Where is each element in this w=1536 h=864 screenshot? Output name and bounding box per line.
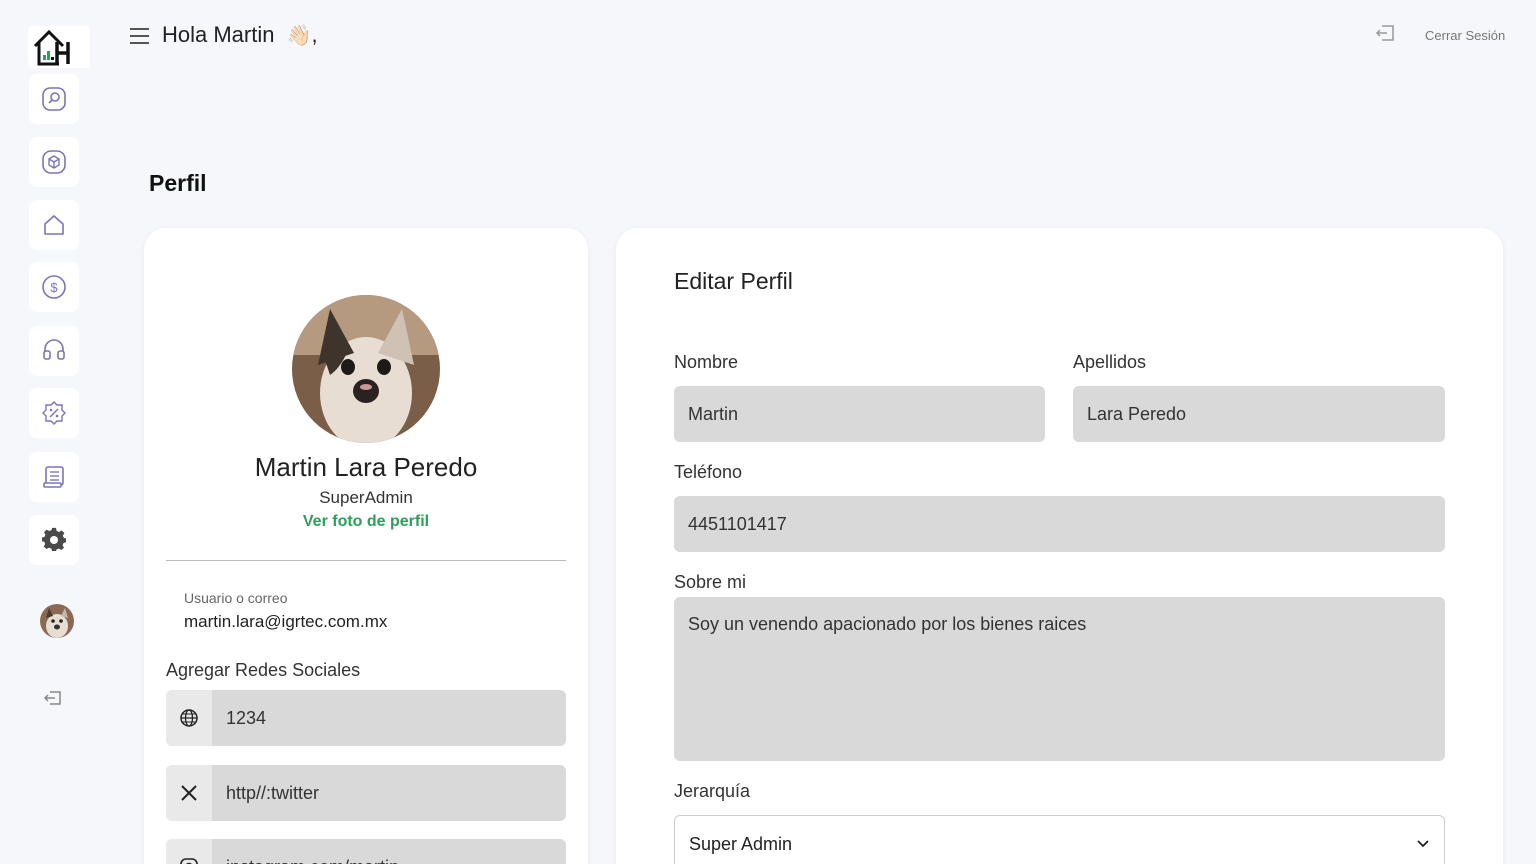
apellidos-label: Apellidos <box>1073 352 1147 372</box>
house-logo-icon <box>33 29 70 66</box>
nav-documents[interactable] <box>29 452 79 502</box>
profile-role: SuperAdmin <box>319 488 413 507</box>
nav-promotions[interactable] <box>29 388 79 438</box>
social-website-field <box>166 690 566 746</box>
instagram-icon <box>166 839 212 864</box>
nombre-label: Nombre <box>674 352 739 372</box>
jerarquia-label: Jerarquía <box>674 781 751 801</box>
jerarquia-selected-value: Super Admin <box>689 833 793 854</box>
profile-avatar[interactable] <box>292 295 440 443</box>
nombre-field[interactable] <box>674 386 1045 442</box>
sidebar-logout[interactable] <box>40 686 66 710</box>
menu-toggle-button[interactable] <box>128 24 152 48</box>
dollar-icon: $ <box>42 275 66 299</box>
logout-icon <box>43 691 61 705</box>
user-email-value: martin.lara@igrtec.com.mx <box>184 612 388 631</box>
nav-products[interactable] <box>29 137 79 187</box>
sidebar-avatar[interactable] <box>40 604 74 638</box>
nav-home[interactable] <box>29 200 79 250</box>
divider <box>166 560 566 561</box>
apellidos-field[interactable] <box>1073 386 1445 442</box>
globe-icon <box>166 690 212 746</box>
sobre-mi-field[interactable]: Soy un venendo apacionado por los bienes… <box>674 597 1445 761</box>
jerarquia-select[interactable]: Super Admin <box>674 815 1445 864</box>
social-instagram-field <box>166 839 566 864</box>
chevron-down-icon <box>1417 840 1429 848</box>
search-icon <box>42 87 66 111</box>
profile-card: Martin Lara Peredo SuperAdmin Ver foto d… <box>144 228 588 864</box>
sidebar: $ <box>0 0 110 864</box>
telefono-label: Teléfono <box>674 462 743 482</box>
logout-icon <box>1375 25 1394 41</box>
nav-finance[interactable]: $ <box>29 262 79 312</box>
header-logout-icon-button[interactable] <box>1374 24 1398 48</box>
box-icon <box>42 150 66 174</box>
greeting-text: Hola Martin <box>162 22 275 47</box>
brand-logo[interactable] <box>28 26 90 68</box>
profile-name: Martin Lara Peredo <box>254 452 478 482</box>
gear-icon <box>42 527 66 551</box>
nav-support[interactable] <box>29 326 79 376</box>
home-icon <box>44 215 64 235</box>
cat-avatar-image <box>40 604 74 638</box>
badge-percent-icon <box>42 401 66 425</box>
greeting: Hola Martin 👋🏻, <box>162 22 318 48</box>
hamburger-icon <box>130 28 149 44</box>
cat-avatar-image <box>292 295 440 443</box>
waving-hand-icon: 👋🏻 <box>286 25 312 47</box>
social-twitter-field <box>166 765 566 821</box>
svg-text:$: $ <box>50 280 58 295</box>
edit-profile-title: Editar Perfil <box>674 268 793 294</box>
sobre-mi-label: Sobre mi <box>674 572 747 592</box>
greeting-suffix: , <box>311 22 318 47</box>
telefono-field[interactable] <box>674 496 1445 552</box>
page-title: Perfil <box>149 170 207 196</box>
x-twitter-icon <box>166 765 212 821</box>
logout-link[interactable]: Cerrar Sesión <box>1425 28 1505 43</box>
nav-search[interactable] <box>29 74 79 124</box>
document-icon <box>43 466 64 488</box>
social-networks-title: Agregar Redes Sociales <box>166 660 361 680</box>
social-instagram-input[interactable] <box>212 839 566 864</box>
nav-settings[interactable] <box>29 515 79 565</box>
headset-icon <box>43 339 65 360</box>
social-website-input[interactable] <box>212 690 566 746</box>
user-email-label: Usuario o correo <box>184 590 288 606</box>
view-profile-photo-link[interactable]: Ver foto de perfil <box>144 513 588 531</box>
social-twitter-input[interactable] <box>212 765 566 821</box>
edit-profile-card: Editar Perfil Nombre Apellidos Teléfono … <box>616 228 1503 864</box>
